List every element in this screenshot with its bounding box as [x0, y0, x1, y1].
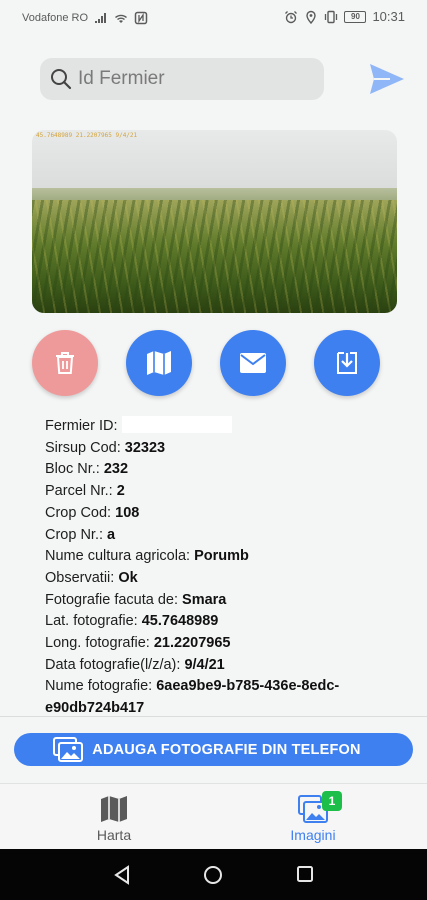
search-input[interactable]: Id Fermier: [40, 58, 324, 100]
download-icon: [337, 352, 357, 374]
photo-details: Fermier ID: Sirsup Cod: 32323 Bloc Nr.: …: [45, 416, 405, 720]
detail-bloc: Bloc Nr.: 232: [45, 459, 405, 481]
download-button[interactable]: [314, 330, 380, 396]
detail-sirsup: Sirsup Cod: 32323: [45, 438, 405, 460]
detail-parcel: Parcel Nr.: 2: [45, 481, 405, 503]
location-icon: [306, 10, 317, 24]
notification-badge: 1: [322, 791, 342, 811]
tab-harta-label: Harta: [96, 827, 132, 843]
gallery-icon: [53, 737, 83, 762]
map-icon: [101, 796, 127, 822]
detail-label: Nume cultura agricola:: [45, 548, 191, 565]
bottom-nav: Harta 1 Imagini: [0, 783, 427, 849]
back-icon[interactable]: [113, 865, 131, 885]
detail-label: Sirsup Cod:: [45, 439, 121, 456]
add-photo-label: ADAUGA FOTOGRAFIE DIN TELEFON: [92, 741, 361, 758]
home-icon[interactable]: [203, 865, 223, 885]
detail-value: 45.7648989: [141, 613, 219, 630]
detail-observatii: Observatii: Ok: [45, 568, 405, 590]
detail-label: Fermier ID:: [45, 418, 118, 434]
detail-fermier-id: Fermier ID:: [45, 416, 405, 438]
alarm-icon: [285, 10, 298, 23]
detail-crop-nr: Crop Nr.: a: [45, 525, 405, 547]
tab-harta[interactable]: Harta: [64, 792, 164, 844]
detail-label: Lat. fotografie:: [45, 613, 138, 630]
detail-label: Crop Nr.:: [45, 526, 104, 543]
status-left: Vodafone RO: [22, 11, 148, 25]
add-photo-button[interactable]: ADAUGA FOTOGRAFIE DIN TELEFON: [14, 733, 413, 766]
vibrate-icon: [325, 10, 338, 23]
detail-cultura: Nume cultura agricola: Porumb: [45, 546, 405, 568]
detail-value: 2: [116, 483, 125, 500]
detail-lat: Lat. fotografie: 45.7648989: [45, 611, 405, 633]
detail-value: a: [107, 526, 116, 543]
recents-icon[interactable]: [296, 865, 314, 883]
detail-label: Fotografie facuta de:: [45, 591, 178, 608]
detail-value: 9/4/21: [184, 656, 225, 673]
fermier-id-value: [121, 416, 232, 433]
photo-stamp: 45.7648989 21.2207965 9/4/21: [36, 132, 138, 139]
nfc-icon: [134, 11, 148, 25]
detail-value: Porumb: [194, 548, 249, 565]
detail-value: 108: [115, 504, 140, 521]
detail-facuta: Fotografie facuta de: Smara: [45, 590, 405, 612]
detail-data: Data fotografie(l/z/a): 9/4/21: [45, 655, 405, 677]
crop-photo[interactable]: 45.7648989 21.2207965 9/4/21: [32, 130, 397, 313]
detail-nume: Nume fotografie: 6aea9be9-b785-436e-8edc…: [45, 676, 365, 719]
detail-long: Long. fotografie: 21.2207965: [45, 633, 405, 655]
mail-icon: [240, 353, 266, 373]
detail-label: Crop Cod:: [45, 504, 112, 521]
detail-label: Observatii:: [45, 569, 115, 586]
status-bar: Vodafone RO 90 10:31: [0, 0, 427, 36]
email-button[interactable]: [220, 330, 286, 396]
gallery-icon-wrap: 1: [298, 791, 342, 823]
wifi-icon: [115, 14, 128, 23]
detail-value: 21.2207965: [153, 635, 231, 652]
tab-imagini-label: Imagini: [290, 827, 336, 843]
search-placeholder: Id Fermier: [78, 68, 165, 89]
map-icon: [147, 351, 171, 375]
system-nav-bar: [0, 849, 427, 900]
carrier-label: Vodafone RO: [22, 12, 89, 24]
battery-icon: 90: [344, 10, 367, 23]
detail-crop-cod: Crop Cod: 108: [45, 503, 405, 525]
tab-imagini[interactable]: 1 Imagini: [263, 791, 363, 844]
status-right: 90 10:31: [284, 9, 405, 24]
detail-value: 232: [103, 461, 129, 478]
detail-label: Nume fotografie:: [45, 678, 153, 695]
detail-value: Smara: [182, 591, 227, 608]
send-icon[interactable]: [368, 62, 406, 96]
detail-value: Ok: [118, 569, 138, 586]
detail-label: Data fotografie(l/z/a):: [45, 656, 181, 673]
delete-button[interactable]: [32, 330, 98, 396]
photo-field: [32, 200, 397, 313]
detail-label: Bloc Nr.:: [45, 461, 100, 478]
detail-label: Parcel Nr.:: [45, 483, 113, 500]
signal-icon: [95, 13, 107, 23]
search-icon: [51, 69, 72, 90]
detail-value: 32323: [124, 439, 166, 456]
photo-sky: [32, 130, 397, 192]
detail-label: Long. fotografie:: [45, 635, 150, 652]
clock: 10:31: [372, 9, 405, 24]
trash-icon: [56, 352, 74, 374]
divider: [0, 716, 427, 717]
map-button[interactable]: [126, 330, 192, 396]
